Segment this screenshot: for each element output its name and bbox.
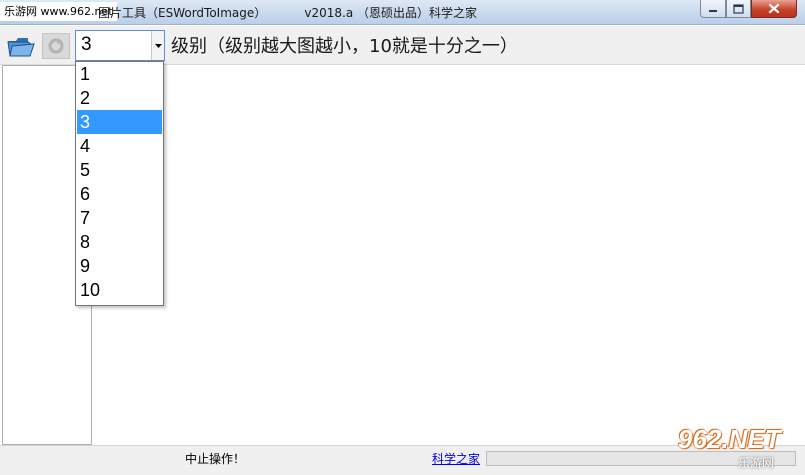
dropdown-option[interactable]: 4 [77, 134, 162, 158]
level-select-arrow[interactable] [151, 31, 164, 60]
watermark-logo-text: 962.NET [678, 424, 781, 454]
watermark-logo-subtext: 乐游网 [738, 456, 775, 470]
level-select[interactable]: 3 [75, 30, 165, 61]
title-bar: 乐游网 www.962.net 图片工具（ESWordToImage） v201… [0, 0, 805, 25]
preview-area [93, 65, 803, 445]
level-select-value: 3 [81, 34, 92, 55]
close-icon [768, 3, 780, 14]
dropdown-option[interactable]: 9 [77, 254, 162, 278]
maximize-icon [733, 3, 744, 14]
minimize-icon [709, 9, 717, 12]
home-link[interactable]: 科学之家 [432, 450, 480, 467]
dropdown-option[interactable]: 10 [77, 278, 162, 302]
watermark-bottom-right: 962.NET 乐游网 [668, 422, 802, 470]
dropdown-option[interactable]: 7 [77, 206, 162, 230]
minimize-button[interactable] [700, 0, 726, 18]
status-text: 中止操作！ [185, 452, 246, 466]
close-button[interactable] [751, 0, 797, 18]
dropdown-option[interactable]: 8 [77, 230, 162, 254]
refresh-icon [48, 38, 64, 54]
dropdown-option-selected[interactable]: 3 [77, 110, 162, 134]
maximize-button[interactable] [726, 0, 751, 18]
dropdown-option[interactable]: 2 [77, 86, 162, 110]
open-file-button[interactable] [6, 33, 36, 59]
chevron-down-icon [154, 43, 162, 48]
dropdown-option[interactable]: 1 [77, 62, 162, 86]
window-title: 图片工具（ESWordToImage） v2018.a （恩硕出品）科学之家 [98, 6, 478, 20]
refresh-button[interactable] [42, 33, 70, 59]
dropdown-option[interactable]: 6 [77, 182, 162, 206]
dropdown-option[interactable]: 5 [77, 158, 162, 182]
level-label: 级别（级别越大图越小，10就是十分之一） [171, 36, 518, 57]
level-dropdown-list[interactable]: 1 2 3 4 5 6 7 8 9 10 [75, 61, 164, 306]
folder-open-icon [7, 38, 35, 57]
